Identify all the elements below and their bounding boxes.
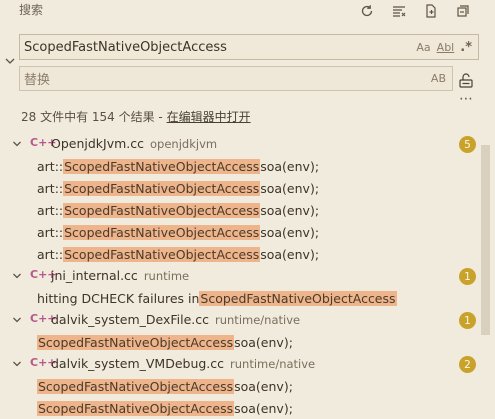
match-prefix: art::	[37, 224, 64, 240]
match-row[interactable]: art:: ScopedFastNativeObjectAccess soa(en…	[0, 221, 480, 243]
chevron-down-icon[interactable]	[11, 314, 23, 326]
match-prefix: hitting DCHECK failures in	[37, 290, 200, 306]
file-name-wrap: OpenjdkJvm.cc openjdkjvm	[51, 136, 217, 151]
search-input-value[interactable]: ScopedFastNativeObjectAccess	[24, 40, 410, 55]
replace-all-button[interactable]	[456, 71, 476, 89]
panel-title: 搜索	[19, 3, 44, 17]
file-name: dalvik_system_VMDebug.cc	[51, 356, 225, 371]
file-name: jni_internal.cc	[51, 268, 138, 283]
file-name: dalvik_system_DexFile.cc	[51, 312, 209, 327]
match-suffix: soa(env);	[260, 224, 320, 240]
match-suffix: soa(env);	[234, 378, 293, 394]
match-row[interactable]: ScopedFastNativeObjectAccess soa(env);	[0, 375, 480, 397]
match-suffix: soa(env);	[260, 180, 320, 196]
match-count-badge: 1	[459, 268, 476, 285]
scrollbar-thumb[interactable]	[481, 145, 490, 335]
match-row[interactable]: ScopedFastNativeObjectAccess soa(env);	[0, 397, 480, 419]
collapse-all-button[interactable]	[452, 0, 474, 22]
preserve-case-toggle[interactable]: AB	[431, 72, 446, 85]
result-count-text: 28 文件中有 154 个结果 -	[21, 110, 167, 124]
match-row[interactable]: art:: ScopedFastNativeObjectAccess soa(en…	[0, 199, 480, 221]
more-options-icon[interactable]: ⋯	[459, 91, 474, 107]
match-row[interactable]: art:: ScopedFastNativeObjectAccess soa(en…	[0, 177, 480, 199]
chevron-down-icon[interactable]	[11, 358, 23, 370]
file-path: runtime/native	[215, 313, 301, 327]
match-highlight: ScopedFastNativeObjectAccess	[63, 246, 261, 262]
replace-input[interactable]: 替换 AB	[19, 66, 453, 91]
match-highlight: ScopedFastNativeObjectAccess	[63, 202, 261, 218]
match-prefix: art::	[37, 158, 64, 174]
match-suffix: soa(env);	[260, 158, 320, 174]
open-in-editor-link[interactable]: 在编辑器中打开	[167, 110, 251, 124]
replace-all-icon	[459, 73, 473, 88]
match-case-toggle[interactable]: Aa	[416, 41, 430, 54]
chevron-down-icon[interactable]	[11, 270, 23, 282]
match-highlight: ScopedFastNativeObjectAccess	[63, 158, 261, 174]
toggle-replace-button[interactable]	[3, 54, 17, 68]
file-path: runtime/native	[230, 357, 316, 371]
refresh-button[interactable]	[356, 0, 378, 22]
match-count-badge: 1	[459, 312, 476, 329]
file-path: openjdkjvm	[150, 137, 218, 151]
match-prefix: art::	[37, 202, 64, 218]
match-highlight: ScopedFastNativeObjectAccess	[37, 334, 235, 350]
file-name-wrap: dalvik_system_DexFile.cc runtime/native	[51, 312, 300, 327]
new-search-editor-icon	[426, 4, 436, 18]
file-result-row[interactable]: C++ jni_internal.cc runtime 1	[0, 265, 480, 287]
file-path: runtime	[143, 269, 190, 283]
match-highlight: ScopedFastNativeObjectAccess	[63, 224, 261, 240]
new-search-editor-button[interactable]	[420, 0, 442, 22]
match-highlight: ScopedFastNativeObjectAccess	[37, 378, 235, 394]
match-row[interactable]: art:: ScopedFastNativeObjectAccess soa(en…	[0, 243, 480, 265]
result-summary: 28 文件中有 154 个结果 - 在编辑器中打开	[21, 108, 251, 125]
file-name-wrap: jni_internal.cc runtime	[51, 268, 189, 283]
match-suffix: soa(env);	[234, 400, 293, 416]
match-row[interactable]: ScopedFastNativeObjectAccess soa(env);	[0, 331, 480, 353]
match-row[interactable]: hitting DCHECK failures in ScopedFastNat…	[0, 287, 480, 309]
collapse-all-icon	[457, 5, 469, 17]
match-suffix: soa(env);	[260, 202, 320, 218]
file-name: OpenjdkJvm.cc	[51, 136, 145, 151]
search-input[interactable]: ScopedFastNativeObjectAccess Aa Abl .*	[19, 34, 479, 60]
file-result-row[interactable]: C++ OpenjdkJvm.cc openjdkjvm 5	[0, 133, 480, 155]
replace-placeholder[interactable]: 替换	[24, 69, 425, 88]
refresh-icon	[361, 5, 373, 17]
use-regex-toggle[interactable]: .*	[460, 40, 472, 55]
match-highlight: ScopedFastNativeObjectAccess	[63, 180, 261, 196]
match-highlight: ScopedFastNativeObjectAccess	[199, 290, 397, 306]
chevron-down-icon	[5, 58, 15, 64]
chevron-down-icon[interactable]	[11, 138, 23, 150]
clear-results-button[interactable]	[388, 0, 410, 22]
file-result-row[interactable]: C++ dalvik_system_VMDebug.cc runtime/nativ…	[0, 353, 480, 375]
file-result-row[interactable]: C++ dalvik_system_DexFile.cc runtime/nativ…	[0, 309, 480, 331]
file-name-wrap: dalvik_system_VMDebug.cc runtime/native	[51, 356, 315, 371]
match-count-badge: 2	[459, 356, 476, 373]
clear-results-icon	[393, 6, 406, 17]
match-prefix: art::	[37, 246, 64, 262]
match-highlight: ScopedFastNativeObjectAccess	[37, 400, 235, 416]
match-suffix: soa(env);	[234, 334, 293, 350]
match-suffix: soa(env);	[260, 246, 320, 262]
match-prefix: art::	[37, 180, 64, 196]
match-count-badge: 5	[459, 136, 476, 153]
match-row[interactable]: art:: ScopedFastNativeObjectAccess soa(en…	[0, 155, 480, 177]
match-whole-word-toggle[interactable]: Abl	[437, 41, 455, 54]
